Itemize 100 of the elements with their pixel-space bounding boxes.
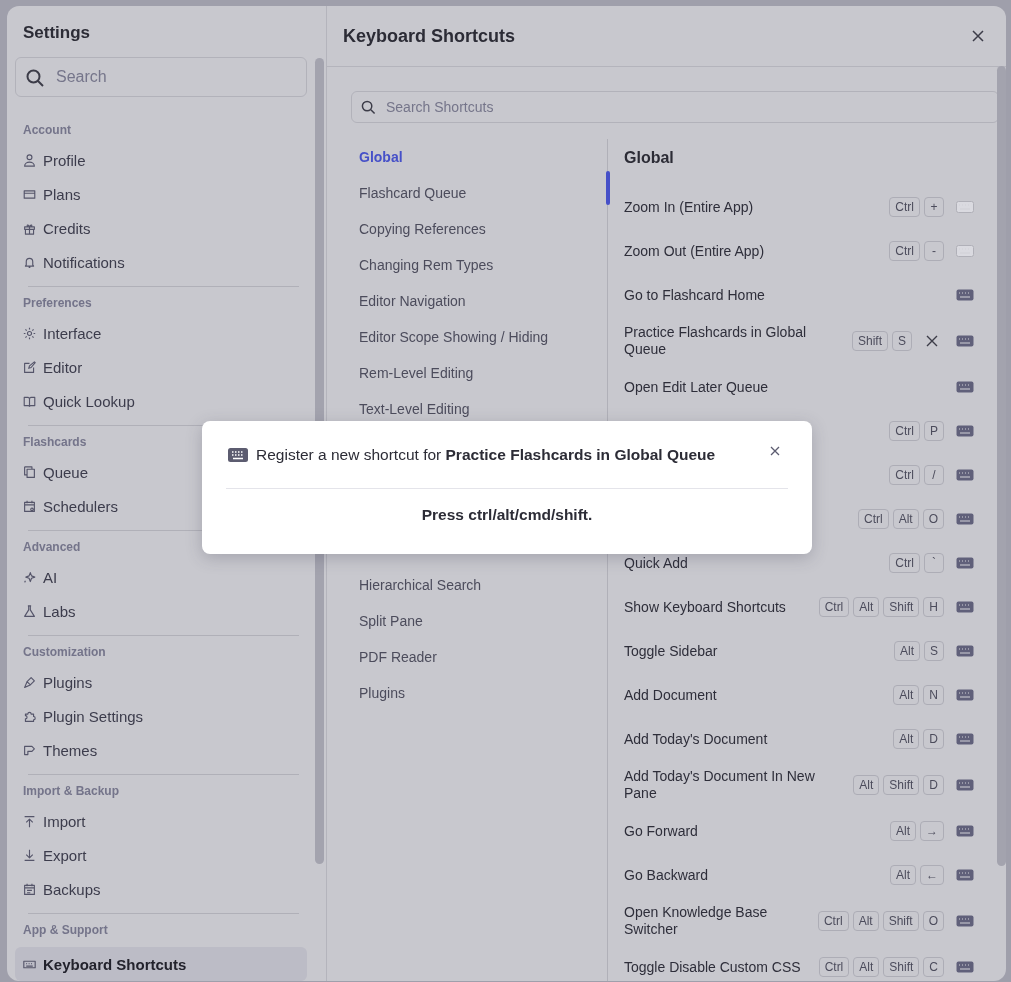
section-heading: App & Support xyxy=(23,923,109,937)
group-title: Global xyxy=(624,149,675,168)
shortcut-name: Toggle Disable Custom CSS xyxy=(624,958,802,976)
key-chip: Alt xyxy=(892,509,919,529)
sidebar-item[interactable]: Import xyxy=(15,804,307,838)
page-title: Keyboard Shortcuts xyxy=(343,25,516,47)
sidebar-item[interactable]: Plugins xyxy=(15,665,307,699)
keyboard-icon[interactable] xyxy=(956,601,974,613)
clear-icon[interactable] xyxy=(926,335,938,347)
shortcut-name: Quick Add xyxy=(624,554,689,572)
category-item[interactable]: Flashcard Queue xyxy=(359,175,607,211)
key-chip: Shift xyxy=(882,911,919,931)
sidebar-item[interactable]: Keyboard Shortcuts xyxy=(15,947,307,981)
scrollbar[interactable] xyxy=(997,66,1006,866)
upload-icon xyxy=(23,814,36,828)
sidebar-item[interactable]: Editor xyxy=(15,350,307,384)
download-icon xyxy=(23,848,36,862)
flask-icon xyxy=(23,604,36,618)
keyboard-icon xyxy=(228,447,248,462)
section-heading: Flashcards xyxy=(23,435,88,449)
key-chip: C xyxy=(923,957,944,977)
keyboard-icon[interactable] xyxy=(956,513,974,525)
edit-icon xyxy=(23,360,36,374)
shortcut-name: Toggle Sidebar xyxy=(624,642,719,660)
category-item[interactable]: Copying References xyxy=(359,211,607,247)
search-field[interactable]: Search Shortcuts xyxy=(351,91,999,123)
category-item[interactable]: Split Pane xyxy=(359,603,607,639)
keyboard-icon[interactable] xyxy=(956,689,974,701)
key-chip: Ctrl xyxy=(818,597,850,617)
close-icon[interactable] xyxy=(972,30,984,42)
keyboard-icon[interactable] xyxy=(956,289,974,301)
keyboard-icon[interactable] xyxy=(956,557,974,569)
key-chip: P xyxy=(924,421,944,441)
key-chip: Alt xyxy=(893,641,920,661)
keyboard-icon[interactable] xyxy=(956,961,974,973)
keyboard-icon[interactable] xyxy=(956,335,974,347)
key-chip: Alt xyxy=(893,729,920,749)
sidebar-item[interactable]: Quick Lookup xyxy=(15,384,307,418)
key-chip: H xyxy=(923,597,944,617)
key-chip: Shift xyxy=(883,957,920,977)
sidebar-item[interactable]: Plans xyxy=(15,177,307,211)
sidebar-item[interactable]: Backups xyxy=(15,872,307,906)
search-icon xyxy=(361,100,376,115)
section-heading: Account xyxy=(23,123,72,137)
sidebar-item[interactable]: Credits xyxy=(15,211,307,245)
category-item[interactable]: Rem-Level Editing xyxy=(359,355,607,391)
sidebar-item[interactable]: Themes xyxy=(15,733,307,767)
key-chip: Shift xyxy=(851,331,888,351)
search-field[interactable]: Search xyxy=(15,57,307,97)
category-item[interactable]: Changing Rem Types xyxy=(359,247,607,283)
key-chip: Ctrl xyxy=(889,465,920,485)
category-item[interactable]: Editor Scope Showing / Hiding xyxy=(359,319,607,355)
key-chip: Shift xyxy=(883,775,920,795)
category-item[interactable]: Hierarchical Search xyxy=(359,567,607,603)
category-item[interactable]: PDF Reader xyxy=(359,639,607,675)
keyboard-icon[interactable] xyxy=(956,733,974,745)
shortcut-name: Add Today's Document xyxy=(624,730,769,748)
card-icon xyxy=(23,187,36,201)
key-chip: - xyxy=(924,241,944,261)
keyboard-icon[interactable] xyxy=(956,425,974,437)
sidebar-item[interactable]: Notifications xyxy=(15,245,307,279)
shortcut-name: Add Document xyxy=(624,686,718,704)
sidebar-item[interactable]: Interface xyxy=(15,316,307,350)
shortcut-name: Zoom In (Entire App) xyxy=(624,198,755,216)
keyboard-icon[interactable] xyxy=(956,779,974,791)
sidebar-item[interactable]: Export xyxy=(15,838,307,872)
section-heading: Advanced xyxy=(23,540,82,554)
keyboard-icon[interactable] xyxy=(956,469,974,481)
category-item[interactable]: Plugins xyxy=(359,675,607,711)
shortcut-name: Go Backward xyxy=(624,866,710,884)
key-chip: O xyxy=(922,509,944,529)
section-heading: Preferences xyxy=(23,296,93,310)
keyboard-icon[interactable] xyxy=(956,915,974,927)
key-chip: ` xyxy=(924,553,944,573)
dialog-prompt: Press ctrl/alt/cmd/shift. xyxy=(420,506,594,524)
keyboard-icon[interactable] xyxy=(956,825,974,837)
brush-icon xyxy=(23,675,36,689)
sidebar-item[interactable]: Labs xyxy=(15,594,307,628)
category-item[interactable]: Global xyxy=(359,139,607,175)
sidebar-item[interactable]: Plugin Settings xyxy=(15,699,307,733)
key-chip: S xyxy=(924,641,944,661)
sidebar-item[interactable]: Schedulers xyxy=(15,489,307,523)
sidebar-item[interactable]: AI xyxy=(15,560,307,594)
shortcut-name: Go to Flashcard Home xyxy=(624,286,766,304)
keyboard-icon[interactable] xyxy=(956,869,974,881)
key-chip: Ctrl xyxy=(817,911,849,931)
key-chip: / xyxy=(924,465,944,485)
close-icon[interactable] xyxy=(770,445,780,456)
shortcut-name: Open Knowledge Base Switcher xyxy=(624,904,769,938)
keyboard-icon[interactable] xyxy=(956,381,974,393)
gift-icon xyxy=(23,221,36,235)
sidebar-item[interactable]: Profile xyxy=(15,143,307,177)
calendar-gear-icon xyxy=(23,499,36,513)
section-heading: Import & Backup xyxy=(23,784,120,798)
category-item[interactable]: Editor Navigation xyxy=(359,283,607,319)
key-chip: Alt xyxy=(890,865,916,885)
keyboard-icon[interactable] xyxy=(956,645,974,657)
key-chip: D xyxy=(923,729,944,749)
shortcut-name: Practice Flashcards in Global Queue xyxy=(624,324,808,358)
dialog-message: Register a new shortcut for Practice Flashcards in Global Queue xyxy=(256,445,717,464)
